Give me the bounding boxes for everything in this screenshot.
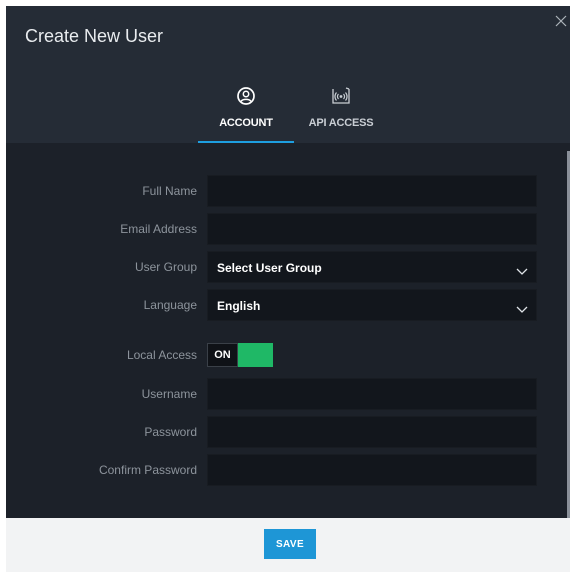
language-row: Language English: [6, 289, 570, 321]
scrollbar[interactable]: [567, 151, 570, 518]
tab-account[interactable]: ACCOUNT: [198, 86, 294, 143]
save-button[interactable]: SAVE: [264, 529, 316, 559]
user-circle-icon: [198, 86, 294, 111]
email-label: Email Address: [120, 222, 197, 236]
full-name-field[interactable]: [207, 175, 537, 207]
user-group-select[interactable]: Select User Group: [207, 251, 537, 283]
language-select[interactable]: English: [207, 289, 537, 321]
confirm-password-label: Confirm Password: [98, 463, 197, 477]
dialog-body: Full Name Email Address User Group Selec…: [6, 143, 570, 518]
local-access-row: Local Access ON: [6, 343, 570, 367]
language-label: Language: [143, 298, 197, 312]
toggle-state-label: ON: [207, 343, 238, 367]
email-row: Email Address: [6, 213, 570, 245]
email-field[interactable]: [207, 213, 537, 245]
password-row: Password: [6, 416, 570, 448]
password-field[interactable]: [207, 416, 537, 448]
username-label: Username: [141, 387, 197, 401]
tab-bar: ACCOUNT API ACCESS: [6, 86, 570, 143]
local-access-label: Local Access: [126, 348, 197, 362]
confirm-password-field[interactable]: [207, 454, 537, 486]
dialog-header: Create New User ACCOUNT API ACCESS: [6, 6, 570, 143]
full-name-label: Full Name: [142, 184, 197, 198]
username-row: Username: [6, 378, 570, 410]
toggle-knob: [238, 343, 273, 367]
tab-account-label: ACCOUNT: [219, 117, 273, 129]
chevron-down-icon: [516, 301, 528, 313]
create-user-dialog: Create New User ACCOUNT API ACCESS Full …: [6, 6, 570, 572]
password-label: Password: [144, 425, 197, 439]
confirm-password-row: Confirm Password: [6, 454, 570, 486]
local-access-toggle[interactable]: ON: [207, 343, 273, 367]
user-group-value: Select User Group: [217, 261, 322, 275]
broadcast-icon: [304, 86, 378, 111]
chevron-down-icon: [516, 263, 528, 275]
language-value: English: [217, 299, 261, 313]
user-group-row: User Group Select User Group: [6, 251, 570, 283]
dialog-footer: SAVE: [6, 518, 570, 572]
dialog-title: Create New User: [25, 26, 164, 46]
tab-api-access[interactable]: API ACCESS: [304, 86, 378, 143]
tab-api-access-label: API ACCESS: [308, 117, 374, 129]
username-field[interactable]: [207, 378, 537, 410]
user-group-label: User Group: [134, 260, 197, 274]
close-icon[interactable]: [552, 12, 570, 30]
full-name-row: Full Name: [6, 175, 570, 207]
